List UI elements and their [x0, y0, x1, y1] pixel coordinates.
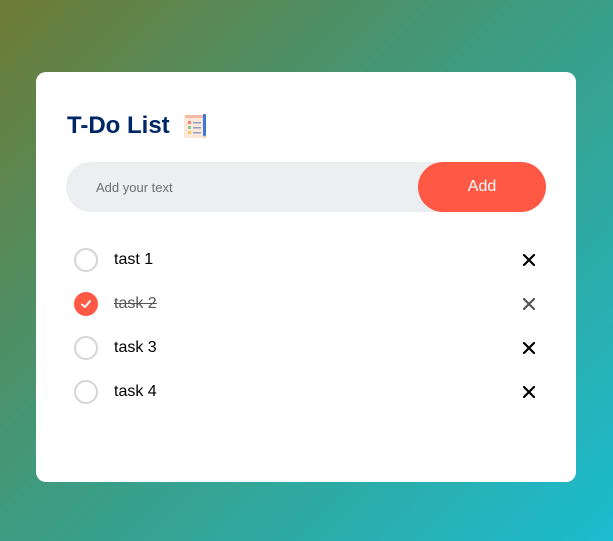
close-icon[interactable]: [518, 249, 540, 271]
close-icon[interactable]: [518, 381, 540, 403]
close-icon[interactable]: [518, 293, 540, 315]
checkbox[interactable]: [74, 292, 98, 316]
task-item[interactable]: task 3: [74, 326, 540, 370]
checkbox[interactable]: [74, 380, 98, 404]
notepad-icon: [180, 112, 208, 140]
task-label: task 4: [114, 383, 157, 400]
task-item[interactable]: task 4: [74, 370, 540, 414]
checkbox[interactable]: [74, 336, 98, 360]
add-task-row: Add: [66, 162, 546, 212]
task-label: tast 1: [114, 251, 154, 268]
title-row: T-Do List: [67, 112, 208, 140]
task-list: tast 1 task 2 task 3 task 4: [74, 238, 540, 414]
page-title: T-Do List: [67, 112, 170, 139]
checkmark-icon: [81, 300, 91, 308]
task-item[interactable]: task 2: [74, 282, 540, 326]
todo-card: T-Do List Add tast 1: [36, 72, 576, 482]
add-button[interactable]: Add: [418, 162, 546, 212]
task-item[interactable]: tast 1: [74, 238, 540, 282]
checkbox[interactable]: [74, 248, 98, 272]
task-label: task 3: [114, 339, 157, 356]
close-icon[interactable]: [518, 337, 540, 359]
task-input[interactable]: [66, 162, 416, 212]
task-label: task 2: [114, 295, 157, 312]
